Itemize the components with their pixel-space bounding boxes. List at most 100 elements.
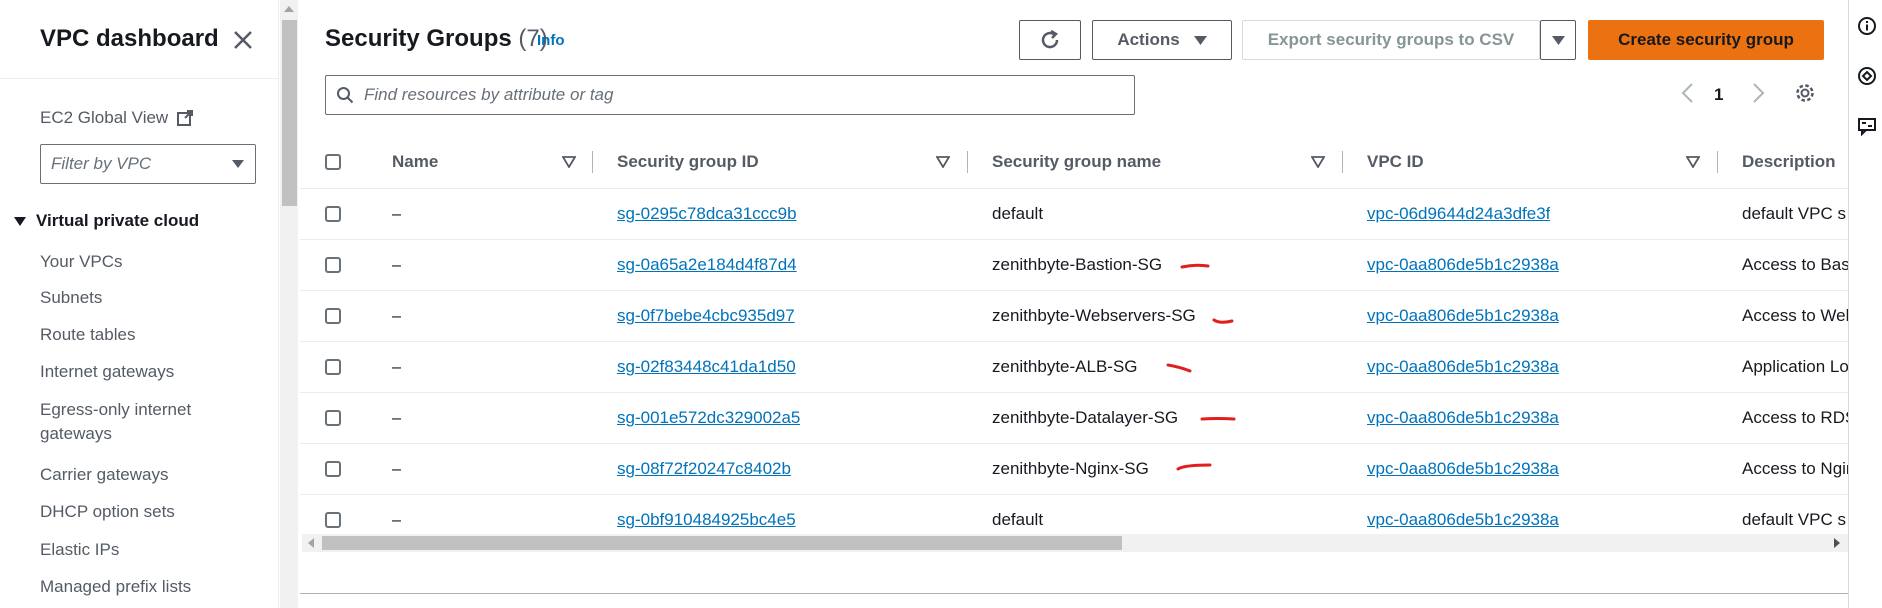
cell-name: – [392, 459, 402, 478]
cell-vpc-id-link[interactable]: vpc-0aa806de5b1c2938a [1367, 393, 1559, 443]
caret-down-icon [232, 160, 244, 168]
table-scrollbar-thumb[interactable] [322, 536, 1122, 550]
table-row[interactable]: – sg-0a65a2e184d4f87d4 zenithbyte-Bastio… [300, 240, 1848, 291]
chevron-left-icon[interactable] [1680, 82, 1696, 104]
feedback-icon[interactable] [1857, 116, 1877, 136]
row-checkbox[interactable] [325, 461, 341, 477]
table-row[interactable]: – sg-08f72f20247c8402b zenithbyte-Nginx-… [300, 444, 1848, 495]
sidebar-item-internet-gateways[interactable]: Internet gateways [40, 360, 174, 384]
sidebar-title: VPC dashboard [40, 25, 219, 52]
tools-rail [1848, 0, 1882, 608]
actions-button[interactable]: Actions [1092, 20, 1232, 60]
row-checkbox[interactable] [325, 512, 341, 528]
sort-icon[interactable] [936, 136, 950, 188]
info-link[interactable]: Info [537, 32, 565, 49]
annotation-mark [1180, 263, 1210, 269]
scroll-left-arrow[interactable] [308, 538, 314, 548]
sort-icon[interactable] [562, 136, 576, 188]
select-all-checkbox-cell [325, 136, 341, 188]
annotation-mark [1200, 417, 1236, 421]
sidebar-item-dhcp-option-sets[interactable]: DHCP option sets [40, 500, 175, 524]
sidebar-item-ec2-global-view[interactable]: EC2 Global View [40, 108, 194, 128]
cell-vpc-id-link[interactable]: vpc-06d9644d24a3dfe3f [1367, 189, 1550, 239]
main-content: Security Groups (7) Info Actions Export … [300, 0, 1848, 608]
select-all-checkbox[interactable] [325, 154, 341, 170]
cell-name: – [392, 255, 402, 274]
row-checkbox[interactable] [325, 206, 341, 222]
export-csv-button[interactable]: Export security groups to CSV [1242, 20, 1540, 60]
close-icon[interactable] [230, 27, 256, 53]
cell-security-group-id-link[interactable]: sg-0295c78dca31ccc9b [617, 189, 797, 239]
sidebar-item-elastic-ips[interactable]: Elastic IPs [40, 538, 119, 562]
info-icon[interactable] [1857, 16, 1877, 36]
column-divider[interactable] [592, 151, 593, 173]
cell-name: – [392, 204, 402, 223]
refresh-button[interactable] [1019, 20, 1081, 60]
sort-icon[interactable] [1686, 136, 1700, 188]
cell-security-group-id-link[interactable]: sg-08f72f20247c8402b [617, 444, 791, 494]
column-divider[interactable] [1342, 151, 1343, 173]
annotation-mark [1166, 363, 1192, 373]
cell-vpc-id-link[interactable]: vpc-0aa806de5b1c2938a [1367, 444, 1559, 494]
column-header-security-group-id[interactable]: Security group ID [617, 136, 877, 188]
annotation-mark [1176, 463, 1212, 471]
cell-description: Access to Ngin [1742, 459, 1848, 478]
table-row[interactable]: – sg-001e572dc329002a5 zenithbyte-Datala… [300, 393, 1848, 444]
scroll-right-arrow[interactable] [1834, 538, 1840, 548]
table-row[interactable]: – sg-02f83448c41da1d50 zenithbyte-ALB-SG… [300, 342, 1848, 393]
sidebar-item-managed-prefix-lists[interactable]: Managed prefix lists [40, 575, 191, 599]
cell-security-group-id-link[interactable]: sg-02f83448c41da1d50 [617, 342, 796, 392]
cell-name: – [392, 408, 402, 427]
chevron-right-icon[interactable] [1750, 82, 1766, 104]
cell-description: Access to Bast [1742, 255, 1848, 274]
sidebar-item-egress-only-internet-gateways[interactable]: Egress-only internet gateways [40, 398, 240, 446]
search-input[interactable]: Find resources by attribute or tag [325, 75, 1135, 115]
sidebar-nav: VPC dashboard EC2 Global View Filter by … [0, 0, 279, 608]
row-checkbox-cell [325, 393, 341, 443]
column-divider[interactable] [1717, 151, 1718, 173]
row-checkbox[interactable] [325, 359, 341, 375]
cell-security-group-id-link[interactable]: sg-0f7bebe4cbc935d97 [617, 291, 795, 341]
sidebar-item-your-vpcs[interactable]: Your VPCs [40, 250, 123, 274]
gear-icon[interactable] [1794, 82, 1816, 104]
external-link-icon [177, 110, 194, 126]
table-row[interactable]: – sg-0295c78dca31ccc9b default vpc-06d96… [300, 189, 1848, 240]
column-header-security-group-name[interactable]: Security group name [992, 136, 1272, 188]
sidebar-section-virtual-private-cloud[interactable]: Virtual private cloud [14, 211, 199, 231]
cell-vpc-id-link[interactable]: vpc-0aa806de5b1c2938a [1367, 291, 1559, 341]
cell-security-group-id-link[interactable]: sg-0a65a2e184d4f87d4 [617, 240, 797, 290]
row-checkbox[interactable] [325, 257, 341, 273]
shield-icon[interactable] [1857, 66, 1877, 86]
column-header-vpc-id[interactable]: VPC ID [1367, 136, 1627, 188]
export-csv-label: Export security groups to CSV [1267, 30, 1515, 49]
table-header-row: Name Security group ID Security group na… [300, 136, 1848, 189]
row-checkbox-cell [325, 291, 341, 341]
sidebar-scrollbar-thumb[interactable] [282, 20, 297, 206]
row-checkbox-cell [325, 240, 341, 290]
cell-vpc-id-link[interactable]: vpc-0aa806de5b1c2938a [1367, 342, 1559, 392]
table-row[interactable]: – sg-0f7bebe4cbc935d97 zenithbyte-Webser… [300, 291, 1848, 342]
create-security-group-button[interactable]: Create security group [1588, 20, 1824, 60]
annotation-mark [1212, 318, 1234, 324]
sidebar-item-label: EC2 Global View [40, 108, 169, 127]
sidebar-item-route-tables[interactable]: Route tables [40, 323, 135, 347]
sort-icon[interactable] [1311, 136, 1325, 188]
sidebar-item-subnets[interactable]: Subnets [40, 286, 102, 310]
cell-vpc-id-link[interactable]: vpc-0aa806de5b1c2938a [1367, 240, 1559, 290]
row-checkbox[interactable] [325, 308, 341, 324]
caret-down-icon [1551, 35, 1565, 45]
sidebar-item-carrier-gateways[interactable]: Carrier gateways [40, 463, 169, 487]
current-page-number[interactable]: 1 [1714, 85, 1723, 105]
export-dropdown-button[interactable] [1540, 20, 1576, 60]
column-header-description[interactable]: Description [1742, 136, 1848, 188]
sidebar-header: VPC dashboard [0, 0, 278, 79]
sidebar-section-label: Virtual private cloud [36, 211, 200, 230]
cell-security-group-id-link[interactable]: sg-001e572dc329002a5 [617, 393, 800, 443]
scroll-up-arrow[interactable] [284, 6, 294, 12]
actions-button-label: Actions [1117, 30, 1180, 49]
row-checkbox[interactable] [325, 410, 341, 426]
column-divider[interactable] [967, 151, 968, 173]
row-checkbox-cell [325, 189, 341, 239]
search-placeholder: Find resources by attribute or tag [364, 85, 614, 104]
vpc-filter-select[interactable]: Filter by VPC [40, 144, 256, 184]
